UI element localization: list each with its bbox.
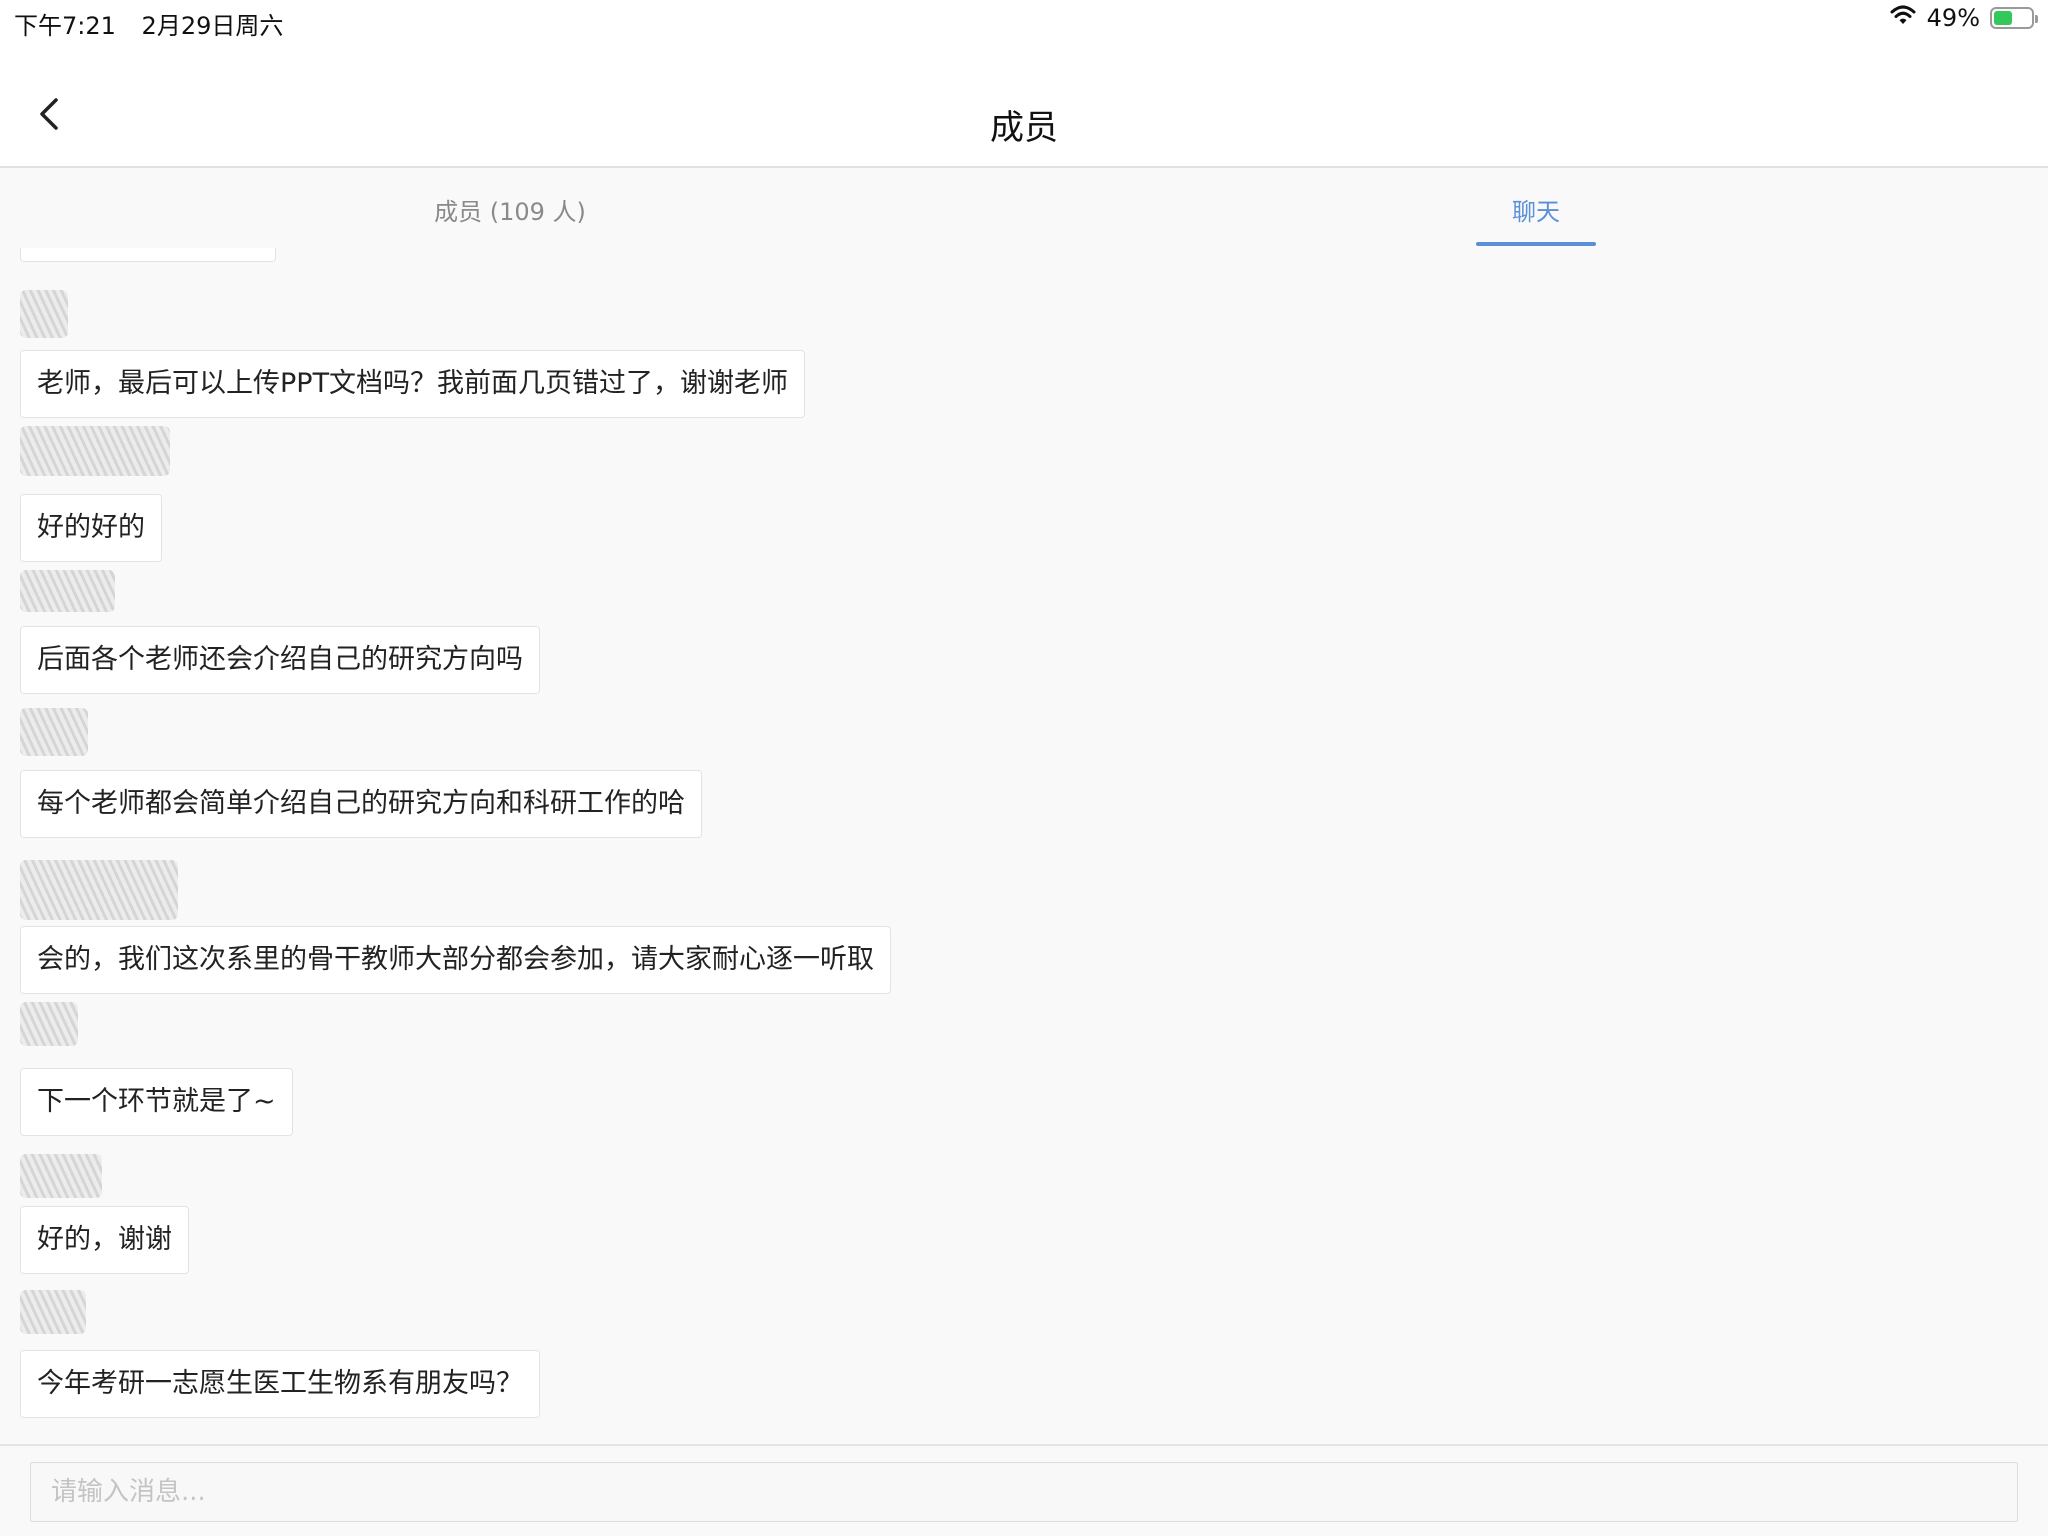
message-bubble[interactable]: 好的好的 bbox=[20, 494, 162, 562]
message-bubble[interactable]: 今年考研一志愿生医工生物系有朋友吗？ bbox=[20, 1350, 540, 1418]
message-bubble[interactable]: 好的，谢谢 bbox=[20, 1206, 189, 1274]
battery-percent: 49% bbox=[1926, 4, 1980, 32]
tab-chat[interactable]: 聊天 bbox=[1286, 170, 1786, 248]
avatar[interactable] bbox=[20, 570, 115, 612]
status-left: 下午7:21 2月29日周六 bbox=[14, 6, 301, 41]
tab-members[interactable]: 成员 (109 人) bbox=[260, 170, 760, 248]
tab-bar: 成员 (109 人) 聊天 bbox=[0, 170, 2048, 248]
page-title: 成员 bbox=[990, 108, 1058, 148]
status-date: 2月29日周六 bbox=[141, 12, 284, 40]
avatar[interactable] bbox=[20, 1002, 78, 1046]
message-bubble[interactable]: 会的，我们这次系里的骨干教师大部分都会参加，请大家耐心逐一听取 bbox=[20, 926, 891, 994]
avatar[interactable] bbox=[20, 1290, 86, 1334]
status-right: 49% bbox=[1889, 4, 2038, 32]
avatar[interactable] bbox=[20, 290, 68, 338]
message-bubble[interactable]: 后面各个老师还会介绍自己的研究方向吗 bbox=[20, 626, 540, 694]
avatar[interactable] bbox=[20, 860, 178, 920]
message-bubble[interactable]: 老师，最后可以上传PPT文档吗？我前面几页错过了，谢谢老师 bbox=[20, 350, 806, 418]
avatar[interactable] bbox=[20, 426, 170, 476]
avatar[interactable] bbox=[20, 1154, 102, 1198]
message-input-bar bbox=[0, 1444, 2048, 1536]
status-time: 下午7:21 bbox=[14, 12, 116, 40]
battery-icon bbox=[1990, 7, 2038, 29]
active-tab-indicator bbox=[1476, 242, 1596, 246]
message-input[interactable] bbox=[30, 1462, 2018, 1522]
nav-header: 成员 bbox=[0, 40, 2048, 168]
avatar[interactable] bbox=[20, 708, 88, 756]
partial-message-bubble bbox=[20, 248, 276, 262]
message-bubble[interactable]: 每个老师都会简单介绍自己的研究方向和科研工作的哈 bbox=[20, 770, 702, 838]
battery-fill bbox=[1994, 11, 2012, 25]
status-bar: 下午7:21 2月29日周六 49% bbox=[0, 0, 2048, 40]
chat-screen: 下午7:21 2月29日周六 49% 成员 成员 (109 人) 聊天 老师，最… bbox=[0, 0, 2048, 1536]
wifi-icon bbox=[1889, 4, 1917, 32]
message-bubble[interactable]: 下一个环节就是了~ bbox=[20, 1068, 293, 1136]
chat-message-list[interactable]: 老师，最后可以上传PPT文档吗？我前面几页错过了，谢谢老师 好的好的 后面各个老… bbox=[0, 248, 2048, 1444]
